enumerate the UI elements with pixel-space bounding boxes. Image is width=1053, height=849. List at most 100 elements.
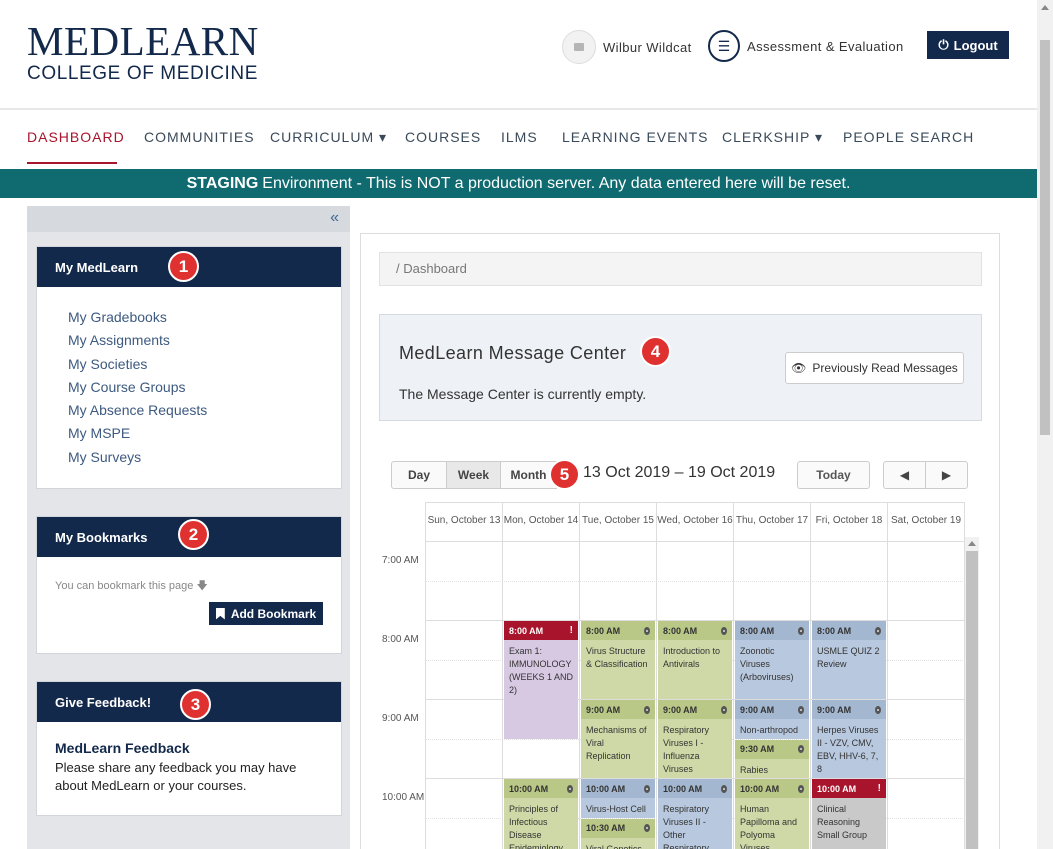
- list-icon: ☰: [708, 30, 740, 62]
- calendar-event[interactable]: 10:30 AM Viral Genetics: [581, 818, 655, 849]
- calendar-event[interactable]: 10:00 AM Respiratory Viruses II - Other R…: [658, 779, 732, 849]
- add-bookmark-label: Add Bookmark: [230, 606, 317, 621]
- location-pin-icon: [567, 784, 573, 793]
- day-header: Fri, October 18: [810, 502, 887, 537]
- breadcrumb[interactable]: / Dashboard: [379, 252, 982, 286]
- event-header: 8:00 AM: [581, 621, 655, 640]
- day-column-divider: [964, 502, 965, 849]
- event-title: Clinical Reasoning Small Group: [817, 804, 868, 840]
- calendar-event[interactable]: 9:00 AM Non-arthropod: [735, 700, 809, 739]
- calendar-event[interactable]: 9:00 AM Mechanisms of Viral Replication: [581, 700, 655, 778]
- alert-icon: !: [877, 783, 881, 794]
- logout-button[interactable]: ⏻ Logout: [927, 31, 1009, 59]
- nav-learning-events[interactable]: LEARNING EVENTS: [562, 129, 708, 145]
- hour-line: [425, 541, 965, 542]
- next-week-button[interactable]: ▶: [925, 461, 968, 489]
- power-icon: ⏻: [938, 37, 949, 52]
- calendar-event[interactable]: 10:00 AM! Clinical Reasoning Small Group: [812, 779, 886, 849]
- scroll-up-icon: [968, 541, 976, 546]
- feedback-link[interactable]: MedLearn Feedback: [55, 740, 190, 756]
- event-time: 9:00 AM: [817, 704, 852, 715]
- today-button[interactable]: Today: [797, 461, 870, 489]
- calendar-event[interactable]: 9:00 AM Respiratory Viruses I - Influenza…: [658, 700, 732, 778]
- logo-main: MEDLEARN: [27, 18, 259, 64]
- day-header: Thu, October 17: [733, 502, 810, 537]
- nav-dashboard[interactable]: DASHBOARD: [27, 129, 125, 145]
- calendar-event[interactable]: 10:00 AM Human Papilloma and Polyoma Viru…: [735, 779, 809, 849]
- event-header: 9:00 AM: [658, 700, 732, 719]
- avatar: [562, 30, 596, 64]
- location-pin-icon: [798, 705, 804, 714]
- location-pin-icon: [721, 626, 727, 635]
- calendar-scroll-thumb[interactable]: [966, 551, 978, 849]
- event-header: 8:00 AM: [658, 621, 732, 640]
- calendar-event[interactable]: 10:00 AM Virus-Host Cell: [581, 779, 655, 818]
- calendar-event[interactable]: 8:00 AM USMLE QUIZ 2 Review: [812, 621, 886, 699]
- calendar-event[interactable]: 8:00 AM Introduction to Antivirals: [658, 621, 732, 699]
- nav-curriculum[interactable]: CURRICULUM ▾: [270, 129, 387, 146]
- calendar-event[interactable]: 9:00 AM Herpes Viruses II - VZV, CMV, EBV…: [812, 700, 886, 778]
- location-pin-icon: [644, 626, 650, 635]
- link-my-absence-requests[interactable]: My Absence Requests: [68, 399, 341, 422]
- calendar-event[interactable]: 8:00 AM Zoonotic Viruses (Arboviruses): [735, 621, 809, 699]
- assessment-link[interactable]: ☰ Assessment & Evaluation: [708, 30, 904, 62]
- calendar-event[interactable]: 8:00 AM Virus Structure & Classification: [581, 621, 655, 699]
- logo[interactable]: MEDLEARN COLLEGE OF MEDICINE: [27, 18, 259, 85]
- event-header: 10:00 AM: [504, 779, 578, 798]
- calendar-scrollbar[interactable]: [965, 537, 979, 849]
- event-header: 9:00 AM: [735, 700, 809, 719]
- collapse-icon[interactable]: «: [330, 209, 339, 227]
- event-time: 8:00 AM: [586, 625, 621, 636]
- top-header: MEDLEARN COLLEGE OF MEDICINE Wilbur Wild…: [0, 0, 1037, 110]
- location-pin-icon: [644, 824, 650, 832]
- message-center: MedLearn Message Center 4 The Message Ce…: [379, 314, 982, 421]
- nav-communities[interactable]: COMMUNITIES: [144, 129, 255, 145]
- nav-clerkship[interactable]: CLERKSHIP ▾: [722, 129, 823, 146]
- time-label: 8:00 AM: [382, 634, 419, 645]
- event-header: 10:00 AM: [735, 779, 809, 798]
- nav-people-search[interactable]: PEOPLE SEARCH: [843, 129, 974, 145]
- page-scrollbar[interactable]: [1037, 0, 1053, 849]
- event-time: 9:00 AM: [586, 704, 621, 715]
- event-header: 9:00 AM: [581, 700, 655, 719]
- event-time: 8:00 AM: [817, 625, 852, 636]
- prev-week-button[interactable]: ◀: [883, 461, 926, 489]
- page-scroll-thumb[interactable]: [1040, 40, 1050, 435]
- add-bookmark-button[interactable]: Add Bookmark: [209, 602, 323, 625]
- event-title: USMLE QUIZ 2 Review: [817, 646, 880, 669]
- eye-icon: 👁: [791, 361, 807, 375]
- event-title: Mechanisms of Viral Replication: [586, 725, 647, 761]
- link-my-course-groups[interactable]: My Course Groups: [68, 376, 341, 399]
- link-my-surveys[interactable]: My Surveys: [68, 446, 341, 469]
- calendar-event[interactable]: 9:30 AM Rabies: [735, 739, 809, 778]
- previously-read-label: Previously Read Messages: [812, 361, 958, 375]
- previously-read-button[interactable]: 👁 Previously Read Messages: [785, 352, 964, 384]
- arrow-right-icon: ▶: [941, 468, 952, 482]
- link-my-mspe[interactable]: My MSPE: [68, 422, 341, 445]
- view-week-button[interactable]: Week: [447, 461, 501, 489]
- event-header: 9:00 AM: [812, 700, 886, 719]
- event-title: Viral Genetics: [586, 843, 642, 849]
- logout-label: Logout: [953, 37, 998, 53]
- my-medlearn-links: My Gradebooks My Assignments My Societie…: [37, 287, 341, 469]
- nav-ilms[interactable]: ILMS: [501, 129, 538, 145]
- bookmarks-card: My Bookmarks 2 You can bookmark this pag…: [36, 516, 342, 654]
- location-pin-icon: [644, 705, 650, 714]
- link-my-assignments[interactable]: My Assignments: [68, 329, 341, 352]
- calendar-toolbar: Day Week Month 5 13 Oct 2019 – 19 Oct 20…: [391, 459, 971, 491]
- my-medlearn-card: My MedLearn 1 My Gradebooks My Assignmen…: [36, 246, 342, 489]
- day-column-divider: [810, 537, 811, 849]
- event-title: Human Papilloma and Polyoma Viruses: [740, 804, 798, 849]
- message-center-empty: The Message Center is currently empty.: [399, 386, 647, 402]
- annotation-badge-3: 3: [180, 689, 211, 720]
- calendar-event[interactable]: 10:00 AM Principles of Infectious Disease…: [504, 779, 578, 849]
- link-my-societies[interactable]: My Societies: [68, 353, 341, 376]
- view-day-button[interactable]: Day: [391, 461, 447, 489]
- calendar-event[interactable]: 8:00 AM! Exam 1: IMMUNOLOGY (WEEKS 1 AND …: [504, 621, 578, 739]
- link-my-gradebooks[interactable]: My Gradebooks: [68, 306, 341, 329]
- staging-label: STAGING: [186, 174, 259, 192]
- arrow-left-icon: ◀: [899, 468, 910, 482]
- page: MEDLEARN COLLEGE OF MEDICINE Wilbur Wild…: [0, 0, 1053, 849]
- nav-courses[interactable]: COURSES: [405, 129, 481, 145]
- user-profile-link[interactable]: Wilbur Wildcat: [562, 30, 692, 64]
